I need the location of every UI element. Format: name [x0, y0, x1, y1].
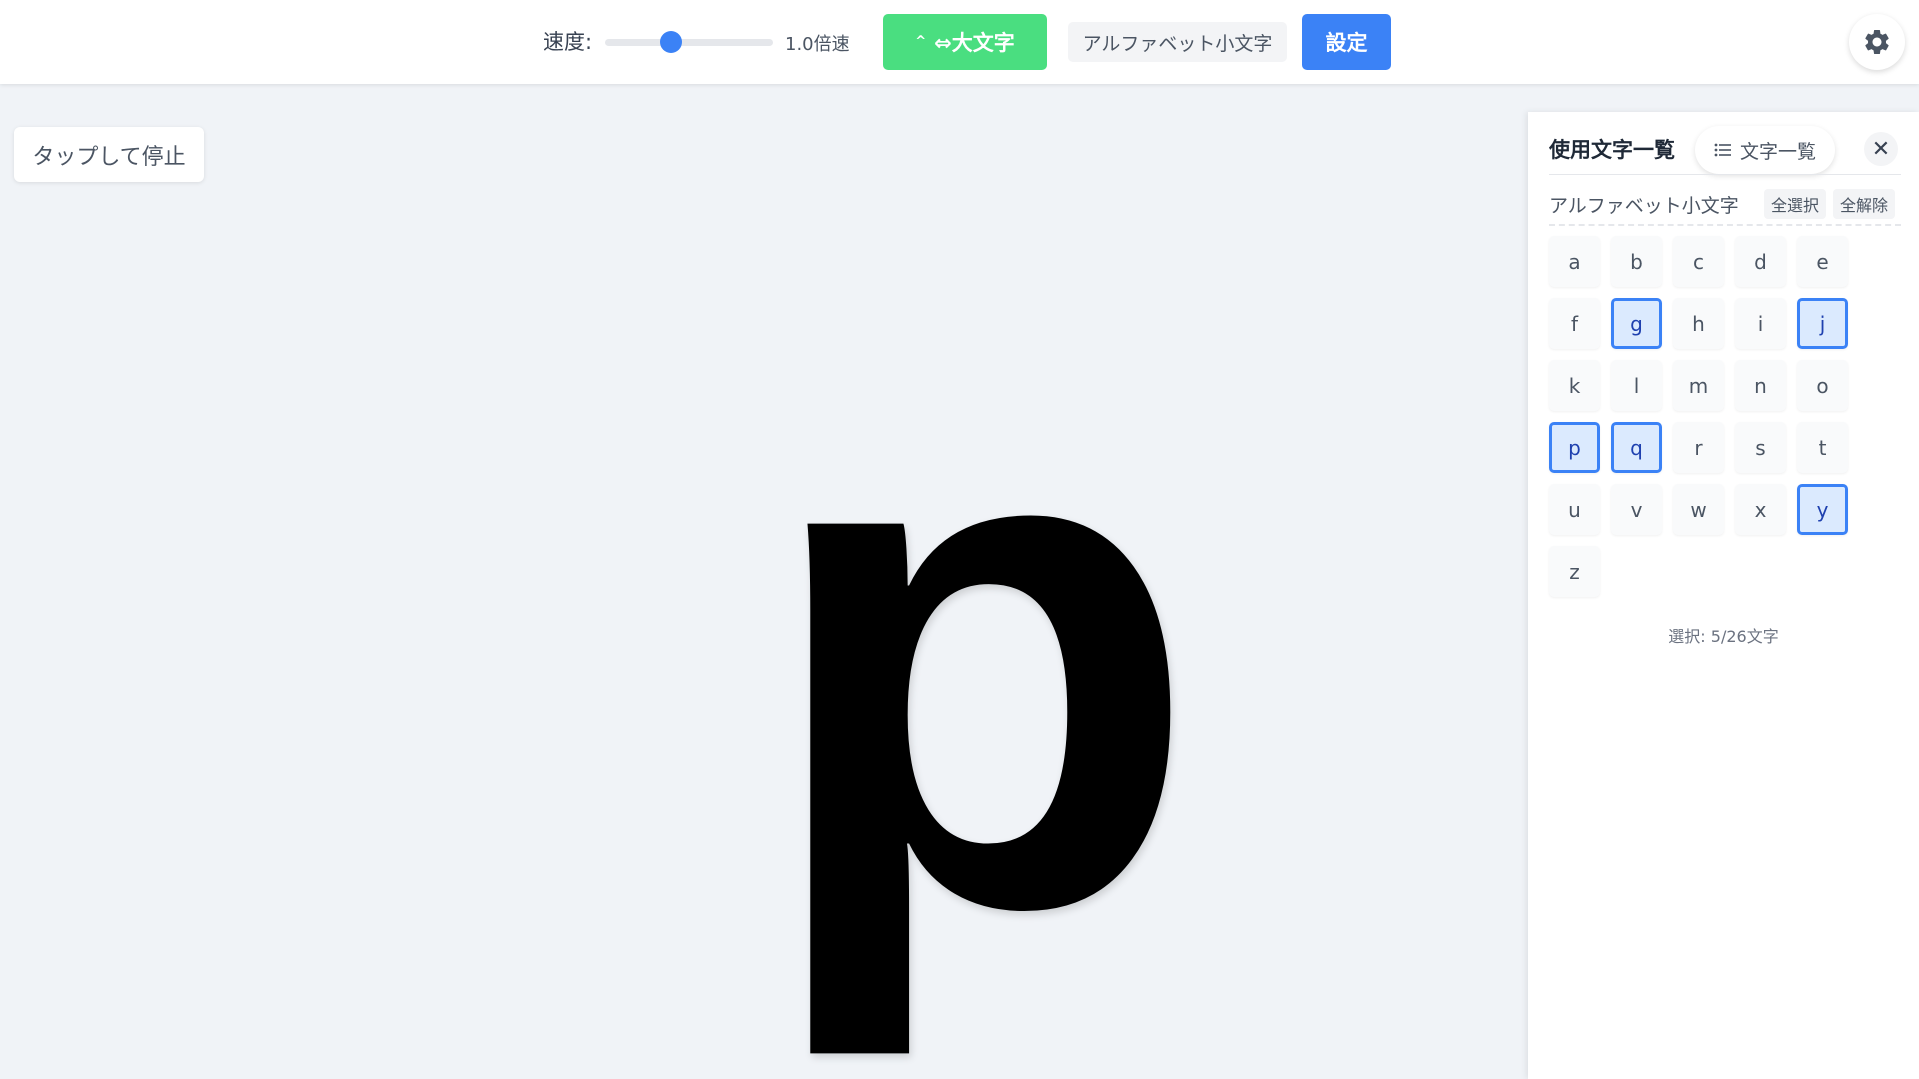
letter-cell-h[interactable]: h [1673, 298, 1724, 349]
letter-cell-c[interactable]: c [1673, 236, 1724, 287]
panel-divider [1549, 174, 1901, 175]
speed-slider[interactable] [605, 31, 773, 53]
letter-cell-g[interactable]: g [1611, 298, 1662, 349]
deselect-all-button[interactable]: 全解除 [1833, 189, 1896, 219]
speed-slider-thumb[interactable] [659, 31, 682, 53]
letter-cell-s[interactable]: s [1735, 422, 1786, 473]
tap-to-stop-button[interactable]: タップして停止 [14, 127, 204, 182]
letter-cell-t[interactable]: t [1797, 422, 1848, 473]
letter-cell-m[interactable]: m [1673, 360, 1724, 411]
letter-cell-w[interactable]: w [1673, 484, 1724, 535]
letter-cell-y[interactable]: y [1797, 484, 1848, 535]
current-letter-display[interactable]: p [760, 295, 1200, 1015]
case-toggle-label: ⇔大文字 [934, 31, 1015, 55]
character-list-button[interactable]: 文字一覧 [1695, 126, 1835, 174]
settings-button[interactable]: 設定 [1302, 14, 1391, 70]
letter-cell-k[interactable]: k [1549, 360, 1600, 411]
letter-cell-e[interactable]: e [1797, 236, 1848, 287]
selection-count: 選択: 5/26文字 [1668, 627, 1779, 646]
letter-cell-f[interactable]: f [1549, 298, 1600, 349]
letter-cell-z[interactable]: z [1549, 546, 1600, 597]
character-list-button-label: 文字一覧 [1739, 140, 1816, 163]
top-toolbar: 速度: 1.0倍速 ^ ⇔大文字 アルファベット小文字 設定 [0, 0, 1919, 84]
group-label: アルファベット小文字 [1549, 195, 1739, 217]
letter-cell-i[interactable]: i [1735, 298, 1786, 349]
speed-label: 速度: [543, 30, 593, 54]
settings-gear-button[interactable] [1849, 14, 1905, 70]
select-all-button[interactable]: 全選択 [1764, 189, 1827, 219]
letter-cell-q[interactable]: q [1611, 422, 1662, 473]
close-icon: ✕ [1871, 136, 1891, 162]
character-list-panel: 使用文字一覧 文字一覧 ✕ アルファベット小文字 全選択 全解除 abcde fg… [1528, 112, 1919, 1079]
letter-cell-j[interactable]: j [1797, 298, 1848, 349]
close-panel-button[interactable]: ✕ [1864, 132, 1898, 166]
group-divider [1549, 224, 1901, 226]
gear-icon [1865, 29, 1889, 54]
letter-cell-r[interactable]: r [1673, 422, 1724, 473]
speed-slider-track[interactable] [605, 39, 773, 46]
letter-cell-l[interactable]: l [1611, 360, 1662, 411]
case-toggle-button[interactable]: ^ ⇔大文字 [883, 14, 1047, 70]
letter-cell-o[interactable]: o [1797, 360, 1848, 411]
mode-badge: アルファベット小文字 [1068, 22, 1287, 62]
letter-cell-u[interactable]: u [1549, 484, 1600, 535]
list-icon [1714, 143, 1731, 157]
speed-value: 1.0倍速 [785, 34, 850, 55]
letter-cell-b[interactable]: b [1611, 236, 1662, 287]
letter-cell-a[interactable]: a [1549, 236, 1600, 287]
letter-cell-v[interactable]: v [1611, 484, 1662, 535]
letter-cell-p[interactable]: p [1549, 422, 1600, 473]
letter-cell-x[interactable]: x [1735, 484, 1786, 535]
panel-title: 使用文字一覧 [1549, 138, 1675, 162]
letter-cell-d[interactable]: d [1735, 236, 1786, 287]
caret-up-icon: ^ [915, 33, 927, 49]
letter-cell-n[interactable]: n [1735, 360, 1786, 411]
letter-grid: abcde fghij klmno pqrst uvwxy z [1549, 236, 1859, 597]
